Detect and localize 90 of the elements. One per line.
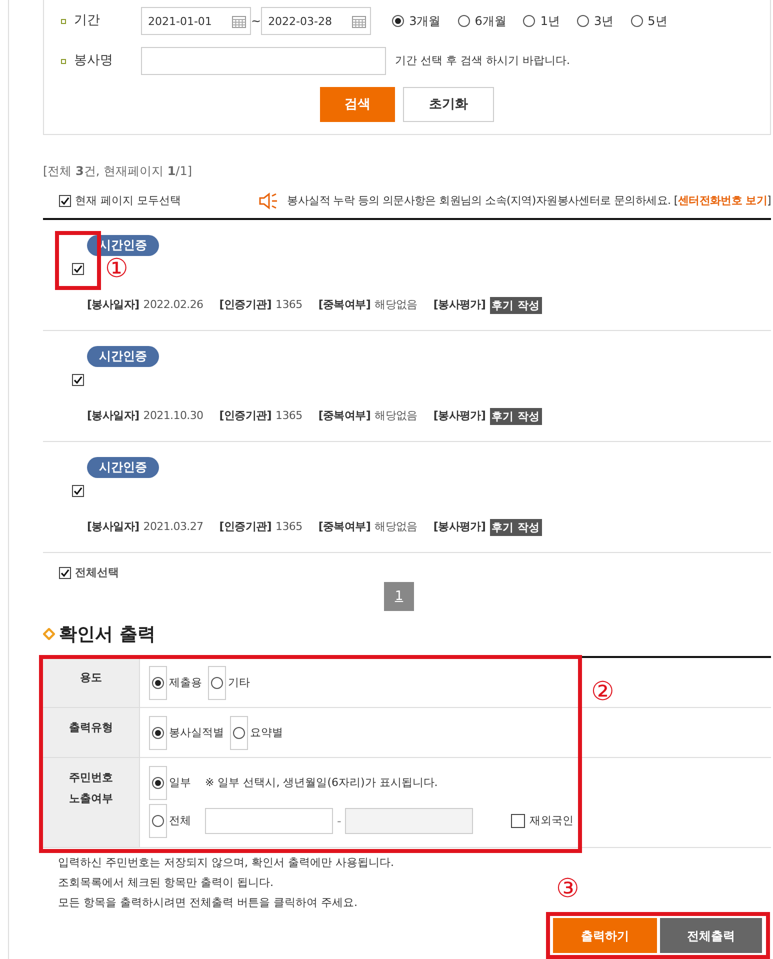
checkbox[interactable]: [511, 814, 526, 828]
review-button[interactable]: 후기 작성: [490, 408, 542, 424]
section-title: 확인서 출력: [59, 622, 156, 646]
checkbox-label: 현재 페이지 모두선택: [75, 192, 181, 209]
speaker-icon: [259, 192, 280, 210]
radio-button[interactable]: [392, 15, 404, 27]
reset-button[interactable]: 초기화: [403, 87, 494, 122]
bullet-icon: [61, 18, 66, 24]
radio-label: 3년: [594, 13, 614, 30]
field-label: [봉사평가]: [433, 408, 486, 424]
status-badge: 시간인증: [87, 235, 159, 256]
bullet-icon: [61, 58, 66, 64]
checkbox[interactable]: [59, 195, 71, 207]
field-label: [봉사일자]: [87, 519, 140, 535]
field-value: 해당없음: [374, 519, 418, 535]
calendar-icon: [232, 15, 246, 28]
checkbox[interactable]: [72, 263, 84, 275]
review-button[interactable]: 후기 작성: [490, 297, 542, 314]
checkbox[interactable]: [72, 374, 84, 386]
field-label: 용도: [43, 658, 140, 707]
annotation-number: ②: [591, 679, 614, 705]
radio-label: 6개월: [474, 13, 506, 30]
field-label: [봉사일자]: [87, 297, 140, 313]
hint-text: 기간 선택 후 검색 하시기 바랍니다.: [395, 52, 570, 69]
review-button[interactable]: 후기 작성: [490, 519, 542, 536]
field-label: 기간: [74, 12, 101, 30]
field-label: 주민번호 노출여부: [43, 758, 140, 847]
result-summary: [전체 3건, 현재페이지 1/1]: [43, 164, 192, 178]
checkbox-label: 재외국인: [529, 812, 574, 829]
date-field[interactable]: 2021-01-01: [141, 7, 251, 35]
id-field[interactable]: [205, 808, 333, 834]
radio-label: 1년: [540, 13, 560, 30]
radio-button[interactable]: [458, 15, 470, 27]
field-label: [중복여부]: [318, 408, 371, 424]
note-text: ※ 일부 선택시, 생년월일(6자리)가 표시됩니다.: [205, 774, 438, 791]
field-label: 출력유형: [43, 708, 140, 757]
radio-label: 3개월: [409, 13, 441, 30]
checkbox-label: 전체선택: [75, 564, 119, 581]
radio-label: 일부: [169, 774, 191, 791]
radio-label: 제출용: [169, 674, 202, 691]
field-label: [인증기관]: [219, 519, 272, 535]
field-label: [중복여부]: [318, 519, 371, 535]
radio-button[interactable]: [152, 727, 164, 739]
field-value: 해당없음: [374, 297, 418, 313]
radio-label: 5년: [648, 13, 668, 30]
field-value: 1365: [276, 519, 302, 535]
field-label: 봉사명: [74, 52, 114, 70]
note-text: 모든 항목을 출력하시려면 전체출력 버튼을 클릭하여 주세요.: [58, 895, 358, 911]
id-separator: -: [337, 813, 342, 830]
radio-button[interactable]: [576, 15, 589, 27]
radio-button[interactable]: [211, 677, 223, 689]
radio-button[interactable]: [152, 677, 164, 689]
annotation-number: ①: [105, 256, 128, 282]
checkbox[interactable]: [59, 567, 71, 579]
range-separator: ~: [251, 13, 262, 30]
radio-button[interactable]: [523, 15, 536, 27]
field-label: [인증기관]: [219, 408, 272, 424]
field-value: 1365: [276, 408, 302, 424]
diamond-icon: [43, 628, 55, 640]
radio-label: 기타: [228, 674, 250, 691]
note-text: 조회목록에서 체크된 항목만 출력이 됩니다.: [58, 875, 274, 891]
notice-text: 봉사실적 누락 등의 의문사항은 회원님의 소속(지역)자원봉사센터로 문의하세요. [센터전화번호 보기]: [287, 192, 771, 209]
date-field[interactable]: 2022-03-28: [261, 7, 372, 35]
field-label: [인증기관]: [219, 297, 272, 313]
field-value: 1365: [276, 297, 302, 313]
radio-button[interactable]: [233, 727, 245, 739]
field-label: [봉사일자]: [87, 408, 140, 424]
id-field[interactable]: [345, 808, 474, 834]
radio-label: 전체: [169, 812, 191, 829]
field-label: [봉사평가]: [433, 519, 486, 535]
radio-button[interactable]: [630, 15, 643, 27]
calendar-icon: [352, 15, 366, 28]
print-all-button[interactable]: 전체출력: [660, 918, 762, 953]
radio-label: 요약별: [250, 724, 283, 741]
annotation-number: ③: [556, 876, 580, 902]
field-value: 2021.03.27: [143, 519, 204, 535]
name-field[interactable]: [141, 47, 386, 75]
page-button[interactable]: 1: [384, 582, 414, 611]
checkbox[interactable]: [72, 485, 84, 497]
radio-label: 봉사실적별: [169, 724, 224, 741]
status-badge: 시간인증: [87, 346, 159, 367]
radio-button[interactable]: [152, 777, 164, 789]
note-text: 입력하신 주민번호는 저장되지 않으며, 확인서 출력에만 사용됩니다.: [58, 855, 394, 871]
field-value: 해당없음: [374, 408, 418, 424]
field-label: [중복여부]: [318, 297, 371, 313]
radio-button[interactable]: [152, 815, 164, 827]
field-value: 2021.10.30: [143, 408, 204, 424]
status-badge: 시간인증: [87, 457, 159, 478]
field-value: 2022.02.26: [143, 297, 204, 313]
field-label: [봉사평가]: [433, 297, 486, 313]
